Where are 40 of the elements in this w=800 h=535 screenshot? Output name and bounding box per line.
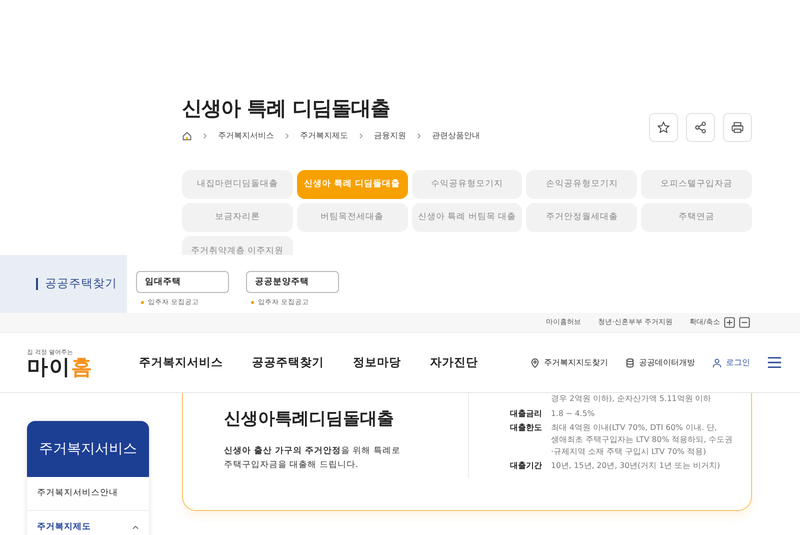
- sidebar-item[interactable]: 주거복지제도: [37, 520, 91, 534]
- zoom-in-icon[interactable]: [724, 317, 735, 328]
- menu-category-link[interactable]: 공공분양주택: [246, 271, 339, 293]
- breadcrumb-link[interactable]: 금융지원: [374, 130, 406, 142]
- chevron-right-icon: [284, 133, 290, 139]
- breadcrumb-link[interactable]: 주거복지서비스: [218, 130, 274, 142]
- chevron-right-icon: [416, 133, 422, 139]
- menu-icon[interactable]: [767, 355, 782, 370]
- sidebar-item[interactable]: 주거복지서비스안내: [37, 487, 118, 500]
- bullet-dot: [141, 301, 144, 304]
- sidebar-title: 주거복지서비스: [27, 421, 149, 477]
- page-title: 신생아 특례 디딤돌대출: [182, 96, 391, 120]
- bullet-dot: [251, 301, 254, 304]
- print-button[interactable]: [723, 113, 752, 142]
- bookmark-star-icon: [657, 121, 670, 134]
- home-icon[interactable]: [182, 131, 192, 141]
- nav-link-item[interactable]: 정보마당: [353, 354, 401, 372]
- breadcrumb-link[interactable]: 주거복지제도: [300, 130, 348, 142]
- menu-section-title: 공공주택찾기: [36, 278, 117, 290]
- product-description: 신생아 출산 가구의 주거안정을 위해 특례로 주택구입자금을 대출해 드립니다.: [224, 445, 402, 472]
- nav-link-item[interactable]: 공공주택찾기: [252, 354, 324, 372]
- chevron-right-icon: [202, 133, 208, 139]
- print-icon: [731, 121, 744, 134]
- menu-category-link[interactable]: 임대주택: [136, 271, 229, 293]
- breadcrumb-link[interactable]: 관련상품안내: [432, 130, 480, 142]
- chevron-right-icon: [358, 133, 364, 139]
- header-link[interactable]: 공공데이터개방: [639, 356, 695, 368]
- person-icon[interactable]: [712, 358, 722, 368]
- zoom-out-icon[interactable]: [739, 317, 750, 328]
- header-link[interactable]: 주거복지지도찾기: [544, 356, 608, 368]
- bookmark-star-button[interactable]: [649, 113, 678, 142]
- share-icon: [694, 121, 707, 134]
- database-icon[interactable]: [625, 358, 635, 368]
- nav-link-item[interactable]: 주거복지서비스: [139, 354, 223, 372]
- logo[interactable]: 마이 홈: [27, 356, 93, 378]
- login-link[interactable]: 로그인: [726, 356, 750, 368]
- product-title: 신생아특례디딤돌대출: [224, 409, 395, 430]
- nav-link-item[interactable]: 자가진단: [430, 354, 478, 372]
- share-button[interactable]: [686, 113, 715, 142]
- location-pin-icon[interactable]: [530, 358, 540, 368]
